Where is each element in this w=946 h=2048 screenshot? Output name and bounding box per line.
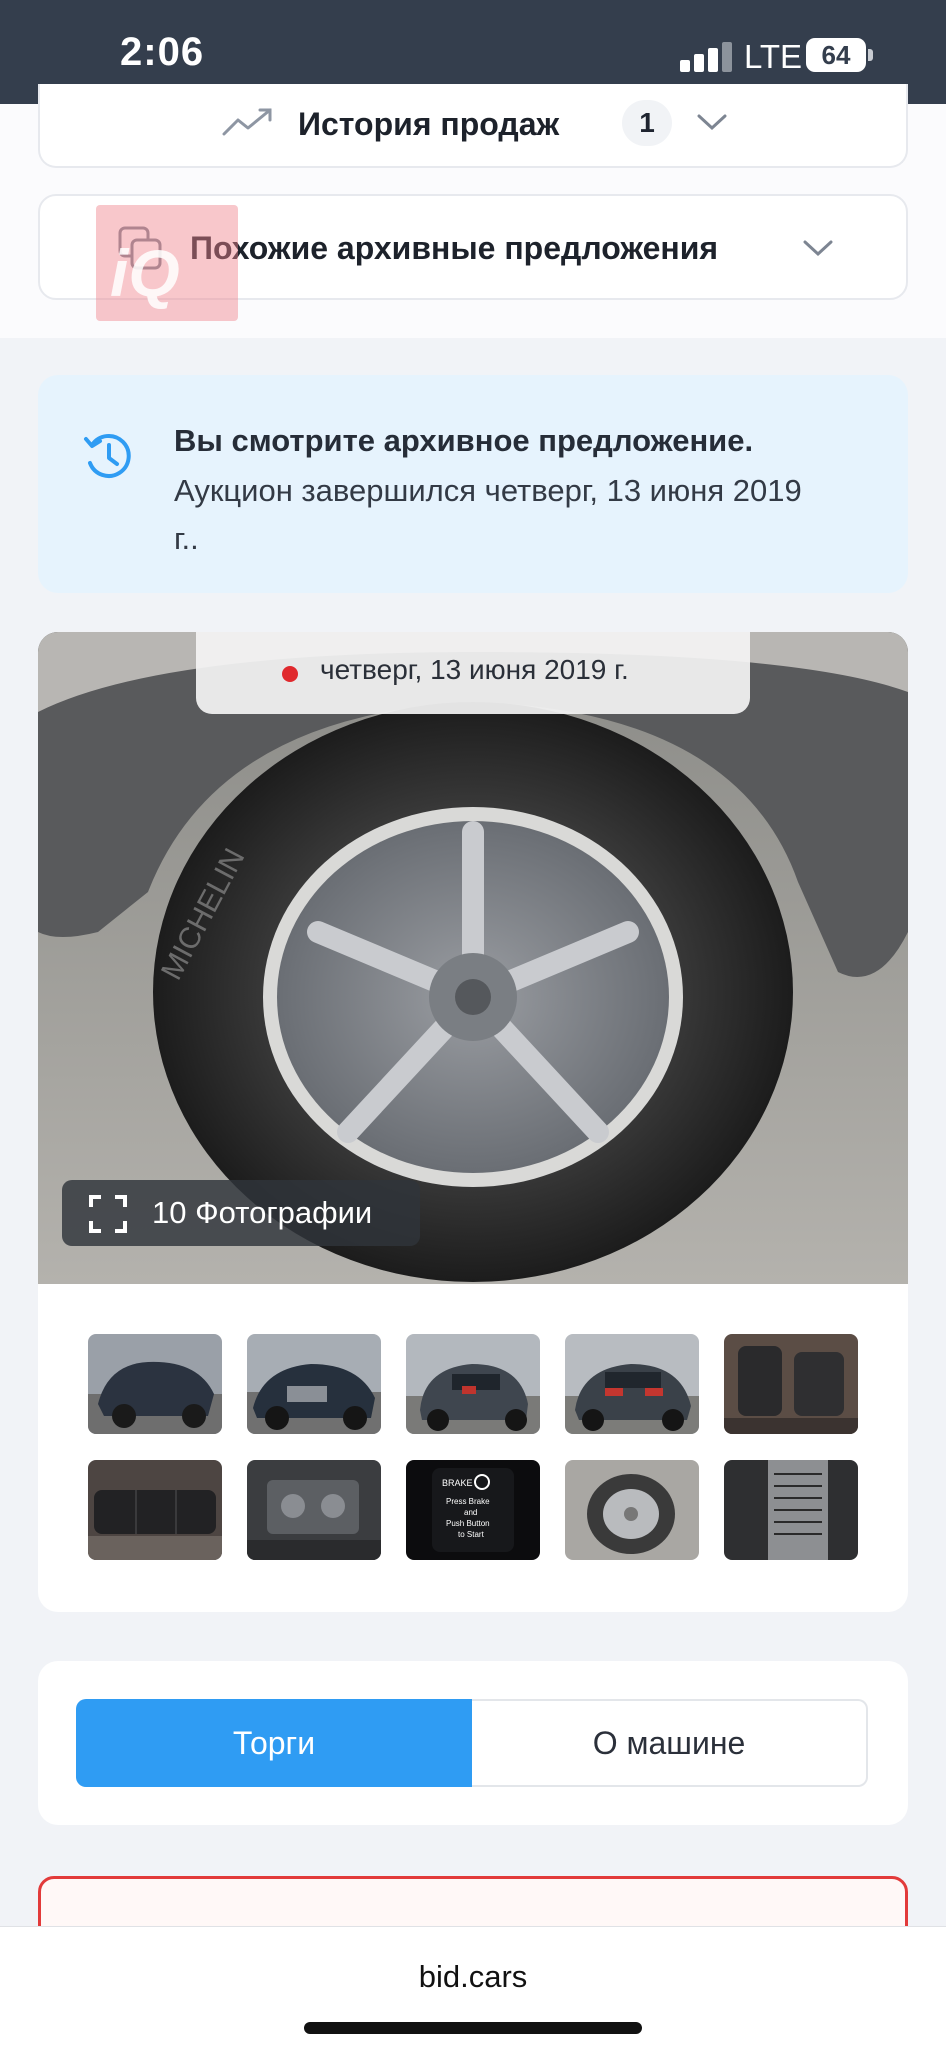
trend-icon	[222, 108, 272, 136]
battery-icon: 64	[806, 38, 866, 72]
notice-text: Аукцион завершился четверг, 13 июня 2019…	[174, 473, 802, 556]
sales-history-row[interactable]: История продаж 1	[38, 84, 908, 168]
dash-text-1: BRAKE	[442, 1478, 473, 1488]
thumbnail-8[interactable]: BRAKE Press Brake and Push Button to Sta…	[406, 1460, 540, 1560]
fullscreen-icon	[89, 1195, 127, 1233]
signal-icon	[680, 42, 734, 72]
auction-date: четверг, 13 июня 2019 г.	[320, 654, 629, 685]
photos-count-label: 10 Фотографии	[152, 1195, 373, 1230]
thumbnail-5[interactable]	[724, 1334, 858, 1434]
thumbnail-3[interactable]	[406, 1334, 540, 1434]
sales-history-label: История продаж	[298, 106, 560, 142]
status-dot	[282, 666, 298, 682]
tabs-card: Торги О машине	[38, 1661, 908, 1825]
status-time: 2:06	[120, 30, 205, 74]
history-icon	[84, 434, 131, 478]
thumbnail-1[interactable]	[88, 1334, 222, 1434]
battery-tip	[868, 49, 873, 61]
dash-text-3: and	[464, 1508, 477, 1517]
dash-text-5: to Start	[458, 1530, 485, 1539]
watermark-logo: iQ	[96, 205, 238, 321]
tab-auction[interactable]: Торги	[76, 1699, 472, 1787]
photos-count-button[interactable]: 10 Фотографии	[62, 1180, 420, 1246]
archive-notice: Вы смотрите архивное предложение. Аукцио…	[38, 375, 908, 593]
chevron-down-icon	[803, 240, 833, 257]
dash-text-4: Push Button	[446, 1519, 490, 1528]
network-type: LTE	[744, 38, 803, 75]
thumbnail-7[interactable]	[247, 1460, 381, 1560]
dash-text-2: Press Brake	[446, 1497, 490, 1506]
url-field[interactable]: bid.cars	[0, 1959, 946, 1995]
photo-gallery: MICHELIN четверг, 13 июня 2019 г. 10 Фот…	[38, 632, 908, 1612]
browser-bottom-bar: bid.cars	[0, 1926, 946, 2048]
thumbnail-9[interactable]	[565, 1460, 699, 1560]
chevron-down-icon	[697, 114, 727, 131]
thumbnail-4[interactable]	[565, 1334, 699, 1434]
auction-date-pill: четверг, 13 июня 2019 г.	[196, 632, 750, 714]
thumbnail-6[interactable]	[88, 1460, 222, 1560]
sales-history-count: 1	[622, 100, 672, 146]
thumbnail-2[interactable]	[247, 1334, 381, 1434]
thumbnail-10[interactable]	[724, 1460, 858, 1560]
notice-title: Вы смотрите архивное предложение.	[174, 423, 754, 458]
tab-about-car[interactable]: О машине	[472, 1699, 868, 1787]
similar-archive-label: Похожие архивные предложения	[190, 230, 719, 266]
home-indicator[interactable]	[304, 2022, 642, 2034]
